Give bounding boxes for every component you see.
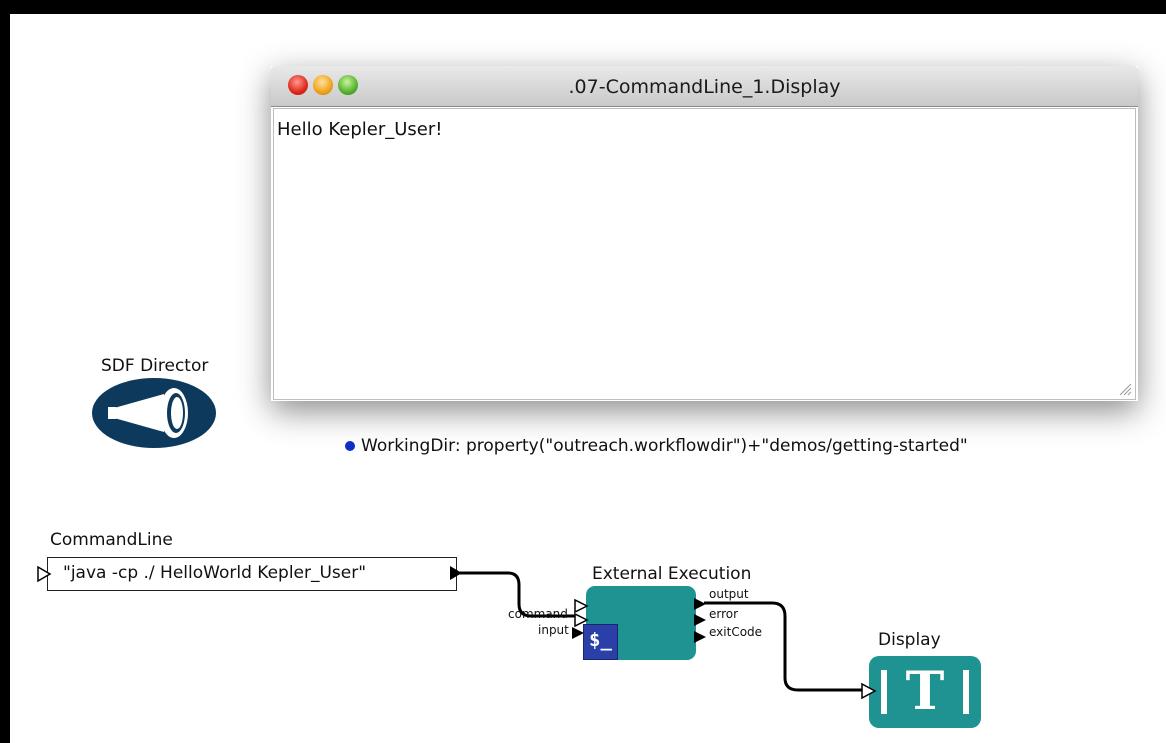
terminal-icon: $_ bbox=[583, 624, 618, 660]
resize-grip-icon[interactable] bbox=[1118, 382, 1132, 396]
sdf-director[interactable] bbox=[92, 378, 216, 448]
port-label-exitcode: exitCode bbox=[709, 625, 763, 639]
display-actor[interactable]: T bbox=[869, 656, 981, 728]
parameter-dot-icon bbox=[345, 441, 355, 451]
working-dir-parameter[interactable]: WorkingDir: property("outreach.workflowd… bbox=[361, 436, 968, 456]
display-label: Display bbox=[878, 630, 941, 650]
external-execution-label: External Execution bbox=[592, 564, 752, 584]
display-bar-right bbox=[963, 670, 969, 714]
window-titlebar[interactable]: .07-CommandLine_1.Display bbox=[271, 66, 1138, 107]
port-label-error: error bbox=[709, 607, 739, 621]
commandline-label: CommandLine bbox=[50, 530, 173, 550]
port-label-input: input bbox=[538, 623, 569, 637]
director-label: SDF Director bbox=[101, 356, 209, 376]
port-label-command: command bbox=[508, 607, 568, 621]
display-output-text: Hello Kepler_User! bbox=[277, 119, 443, 140]
commandline-actor[interactable]: "java -cp ./ HelloWorld Kepler_User" bbox=[47, 557, 457, 591]
port-label-output: output bbox=[709, 587, 749, 601]
display-text-area[interactable]: Hello Kepler_User! bbox=[273, 108, 1136, 400]
director-megaphone-icon bbox=[92, 378, 216, 448]
window-title: .07-CommandLine_1.Display bbox=[568, 76, 841, 98]
commandline-value: "java -cp ./ HelloWorld Kepler_User" bbox=[63, 563, 367, 583]
display-window[interactable]: .07-CommandLine_1.Display Hello Kepler_U… bbox=[271, 66, 1138, 401]
